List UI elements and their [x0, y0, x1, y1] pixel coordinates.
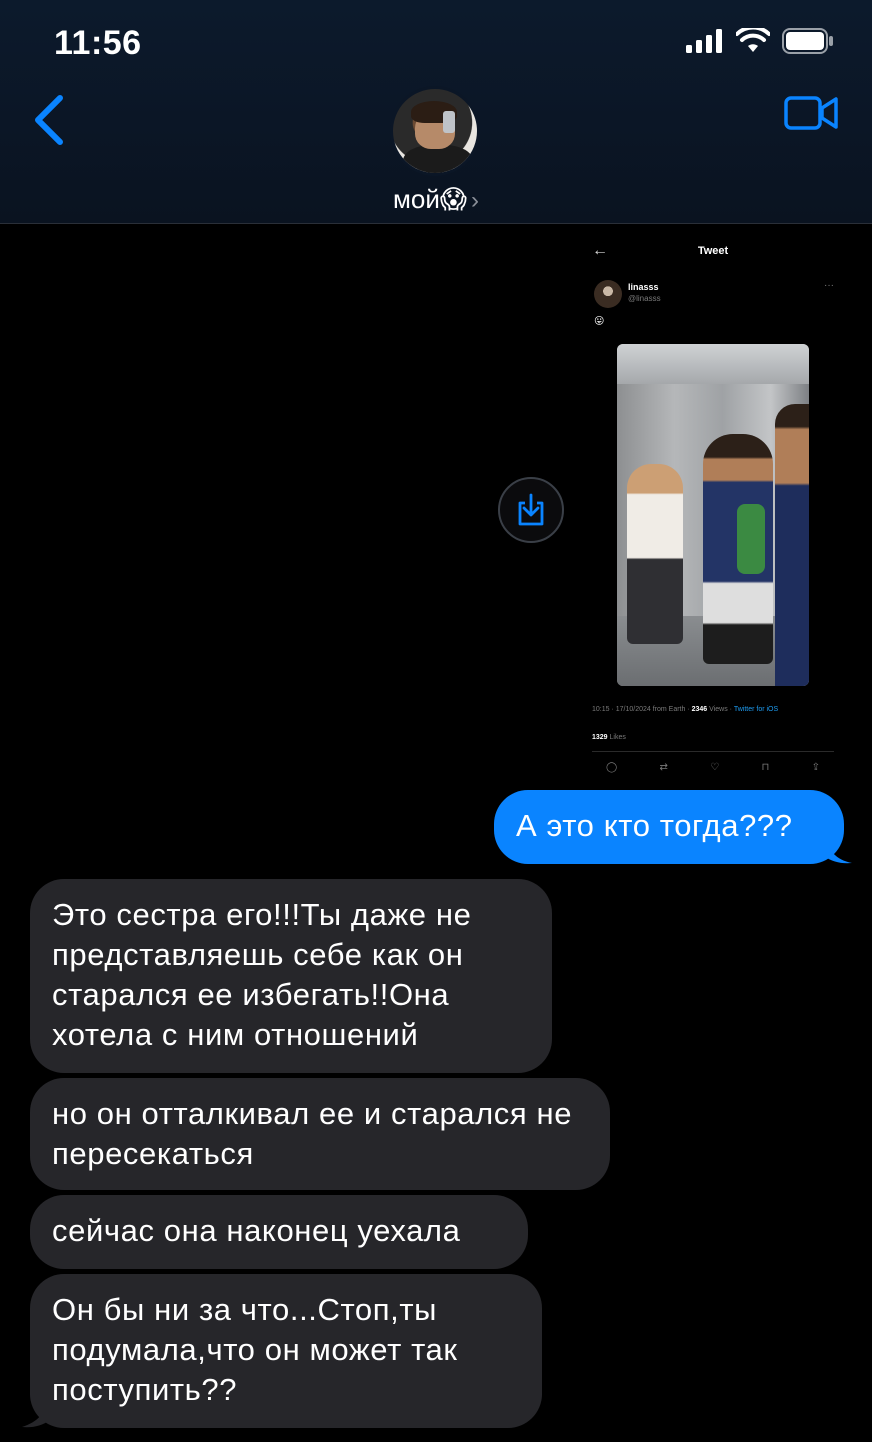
facetime-video-icon[interactable] [784, 94, 840, 134]
back-chevron-icon[interactable] [30, 92, 70, 148]
retweet-icon: ⇄ [659, 762, 668, 773]
tweet-author-handle: @linasss [628, 294, 661, 303]
incoming-message-bubble[interactable]: Он бы ни за что...Стоп,ты подумала,что о… [30, 1274, 542, 1428]
wifi-icon [736, 28, 770, 52]
share-icon: ⇪ [811, 762, 820, 773]
incoming-message-bubble[interactable]: Это сестра его!!!Ты даже не представляеш… [30, 879, 552, 1073]
tweet-title: Tweet [697, 245, 729, 257]
conversation-header: 11:56 мой😱 › [0, 0, 872, 224]
tweet-author-avatar [594, 280, 622, 308]
download-icon [518, 493, 544, 526]
like-icon: ♡ [710, 762, 720, 773]
tweet-more-icon: ··· [824, 280, 834, 291]
battery-icon [782, 28, 833, 54]
status-icons [686, 28, 834, 54]
chevron-right-icon: › [470, 187, 479, 214]
save-image-button[interactable] [498, 477, 564, 543]
status-time: 11:56 [54, 24, 142, 62]
bookmark-icon: ⊓ [761, 762, 770, 773]
tweet-meta: 10:15 · 17/10/2024 from Earth · 2346 Vie… [592, 706, 779, 713]
contact-avatar[interactable] [390, 86, 480, 176]
outgoing-message-bubble[interactable]: А это кто тогда??? [494, 790, 844, 864]
shared-tweet-screenshot[interactable]: ← Tweet linasss @linasss ··· 😛 10:15 · 1… [584, 236, 842, 784]
tweet-actions: ◯ ⇄ ♡ ⊓ ⇪ [606, 762, 820, 773]
tweet-likes: 1329 Likes [592, 734, 626, 741]
contact-name: мой😱 [393, 184, 467, 214]
tweet-author-name: linasss [628, 282, 659, 292]
incoming-bubble-tail [22, 1398, 50, 1428]
tweet-text: 😛 [594, 316, 605, 327]
tweet-photo [617, 344, 809, 686]
incoming-message-bubble[interactable]: но он отталкивал ее и старался не пересе… [30, 1078, 610, 1190]
incoming-message-bubble[interactable]: сейчас она наконец уехала [30, 1195, 528, 1269]
contact-name-button[interactable]: мой😱 › [0, 184, 872, 215]
reply-icon: ◯ [606, 762, 618, 773]
outgoing-bubble-tail [824, 836, 852, 864]
cellular-signal-icon [686, 29, 722, 53]
